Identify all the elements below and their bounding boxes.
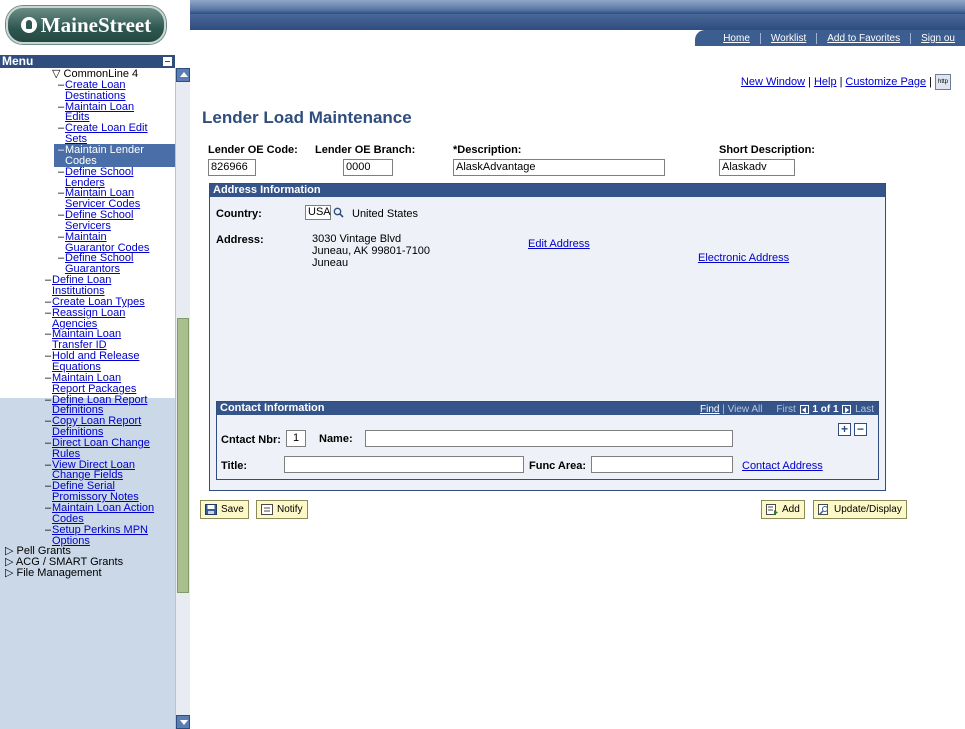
contact-navigation: Find | View All First 1 of 1 Last	[700, 404, 874, 415]
add-button[interactable]: Add	[761, 500, 805, 519]
menu-header: Menu	[0, 55, 175, 68]
logo-text: MaineStreet	[40, 12, 152, 37]
scroll-thumb[interactable]	[177, 318, 189, 593]
left-menu: Menu ▽ CommonLine 4– Create Loan Destinati…	[0, 55, 190, 729]
previous-row-icon[interactable]	[799, 404, 809, 414]
home-link[interactable]: Home	[713, 33, 760, 44]
save-disk-icon	[205, 504, 217, 515]
electronic-address-link[interactable]: Electronic Address	[698, 252, 789, 264]
menu-bullet: –	[58, 101, 65, 113]
address-line-1: 3030 Vintage Blvd	[312, 233, 402, 245]
title-field[interactable]	[284, 456, 524, 473]
add-row-icon[interactable]: +	[838, 423, 851, 436]
address-information-header: Address Information	[210, 184, 885, 197]
logo-emblem-icon	[20, 17, 37, 33]
lender-oe-branch-field[interactable]: 0000	[343, 159, 393, 176]
add-icon	[766, 504, 778, 515]
http-icon[interactable]: http	[935, 74, 951, 90]
menu-bullet: –	[45, 274, 52, 286]
menu-bullet: –	[58, 122, 65, 134]
notify-icon	[261, 504, 273, 515]
banner-stripe	[190, 14, 965, 30]
sign-out-link[interactable]: Sign ou	[910, 32, 965, 44]
update-display-icon	[818, 504, 828, 515]
logo-area: MaineStreet	[0, 0, 190, 46]
lender-oe-branch-label: Lender OE Branch:	[315, 144, 416, 156]
lender-oe-code-label: Lender OE Code:	[208, 144, 298, 156]
contact-information-panel: Contact Information Find | View All Firs…	[216, 401, 879, 480]
title-label: Title:	[221, 460, 248, 472]
country-name: United States	[352, 208, 419, 220]
description-field[interactable]: AlaskAdvantage	[453, 159, 665, 176]
mainestreet-logo[interactable]: MaineStreet	[6, 6, 166, 44]
first-label[interactable]: First	[776, 404, 795, 415]
worklist-link[interactable]: Worklist	[759, 32, 816, 44]
menu-bullet: –	[45, 394, 52, 406]
notify-button[interactable]: Notify	[256, 500, 308, 519]
update-display-button[interactable]: Update/Display	[813, 500, 907, 519]
main-content: New Window | Help | Customize Page | http Lend…	[190, 46, 965, 729]
lender-oe-code-field[interactable]: 826966	[208, 159, 256, 176]
menu-bullet: –	[58, 166, 65, 178]
minimize-menu-icon[interactable]	[163, 57, 172, 66]
menu-title: Menu	[2, 54, 34, 68]
last-label[interactable]: Last	[855, 404, 874, 415]
contact-information-title: Contact Information	[220, 402, 325, 414]
short-description-label: Short Description:	[719, 144, 815, 156]
top-banner: Home Worklist Add to Favorites Sign ou	[190, 0, 965, 46]
delete-row-icon[interactable]: −	[854, 423, 867, 436]
address-information-panel: Address Information Country: USA United …	[209, 183, 886, 491]
cntact-nbr-field[interactable]: 1	[286, 430, 306, 447]
address-label: Address:	[216, 234, 264, 246]
menu-list: ▽ CommonLine 4– Create Loan Destinations – M…	[0, 68, 175, 729]
menu-bullet: –	[58, 79, 65, 91]
scroll-up-icon[interactable]	[176, 68, 190, 82]
menu-item[interactable]: ▷ File Management	[5, 567, 102, 579]
menu-bullet: –	[58, 209, 65, 221]
edit-address-link[interactable]: Edit Address	[528, 238, 590, 250]
menu-bullet: –	[58, 252, 65, 264]
contact-information-header: Contact Information Find | View All Firs…	[217, 402, 878, 415]
folder-closed-icon[interactable]: ▷	[5, 567, 17, 579]
next-row-icon[interactable]	[842, 404, 852, 414]
help-link[interactable]: Help	[814, 76, 837, 88]
address-line-3: Juneau	[312, 257, 349, 269]
scroll-down-icon[interactable]	[176, 715, 190, 729]
menu-bullet: –	[58, 187, 65, 199]
menu-bullet: –	[45, 372, 52, 384]
menu-bullet: –	[58, 231, 65, 243]
row-count: 1 of 1	[812, 404, 839, 415]
save-button[interactable]: Save	[200, 500, 249, 519]
menu-bullet: –	[45, 524, 52, 536]
country-label: Country:	[216, 208, 262, 220]
add-to-favorites-link[interactable]: Add to Favorites	[816, 32, 910, 44]
header-links: Home Worklist Add to Favorites Sign ou	[695, 30, 965, 46]
description-label: *Description:	[453, 144, 522, 156]
menu-bullet: –	[45, 328, 52, 340]
contact-address-link[interactable]: Contact Address	[742, 460, 823, 472]
short-description-field[interactable]: Alaskadv	[719, 159, 795, 176]
name-label: Name:	[319, 433, 353, 445]
menu-bullet: –	[45, 502, 52, 514]
menu-bullet: –	[45, 459, 52, 471]
func-area-field[interactable]	[591, 456, 733, 473]
customize-page-link[interactable]: Customize Page	[845, 76, 926, 88]
new-window-link[interactable]: New Window	[741, 76, 805, 88]
menu-bullet: –	[45, 437, 52, 449]
find-link[interactable]: Find	[700, 404, 719, 415]
page-title: Lender Load Maintenance	[202, 108, 412, 127]
view-all-link[interactable]: View All	[728, 404, 763, 415]
name-field[interactable]	[365, 430, 733, 447]
menu-scrollbar[interactable]	[175, 68, 190, 729]
address-line-2: Juneau, AK 99801-7100	[312, 245, 431, 257]
func-area-label: Func Area:	[529, 460, 587, 472]
menu-bullet: –	[45, 350, 52, 362]
cntact-nbr-label: Cntact Nbr:	[221, 434, 281, 446]
menu-bullet: –	[45, 307, 52, 319]
utility-links: New Window | Help | Customize Page | http	[741, 74, 951, 90]
country-field[interactable]: USA	[305, 205, 331, 220]
menu-bullet: –	[45, 415, 52, 427]
menu-bullet: –	[45, 480, 52, 492]
lookup-search-icon[interactable]	[333, 207, 344, 218]
